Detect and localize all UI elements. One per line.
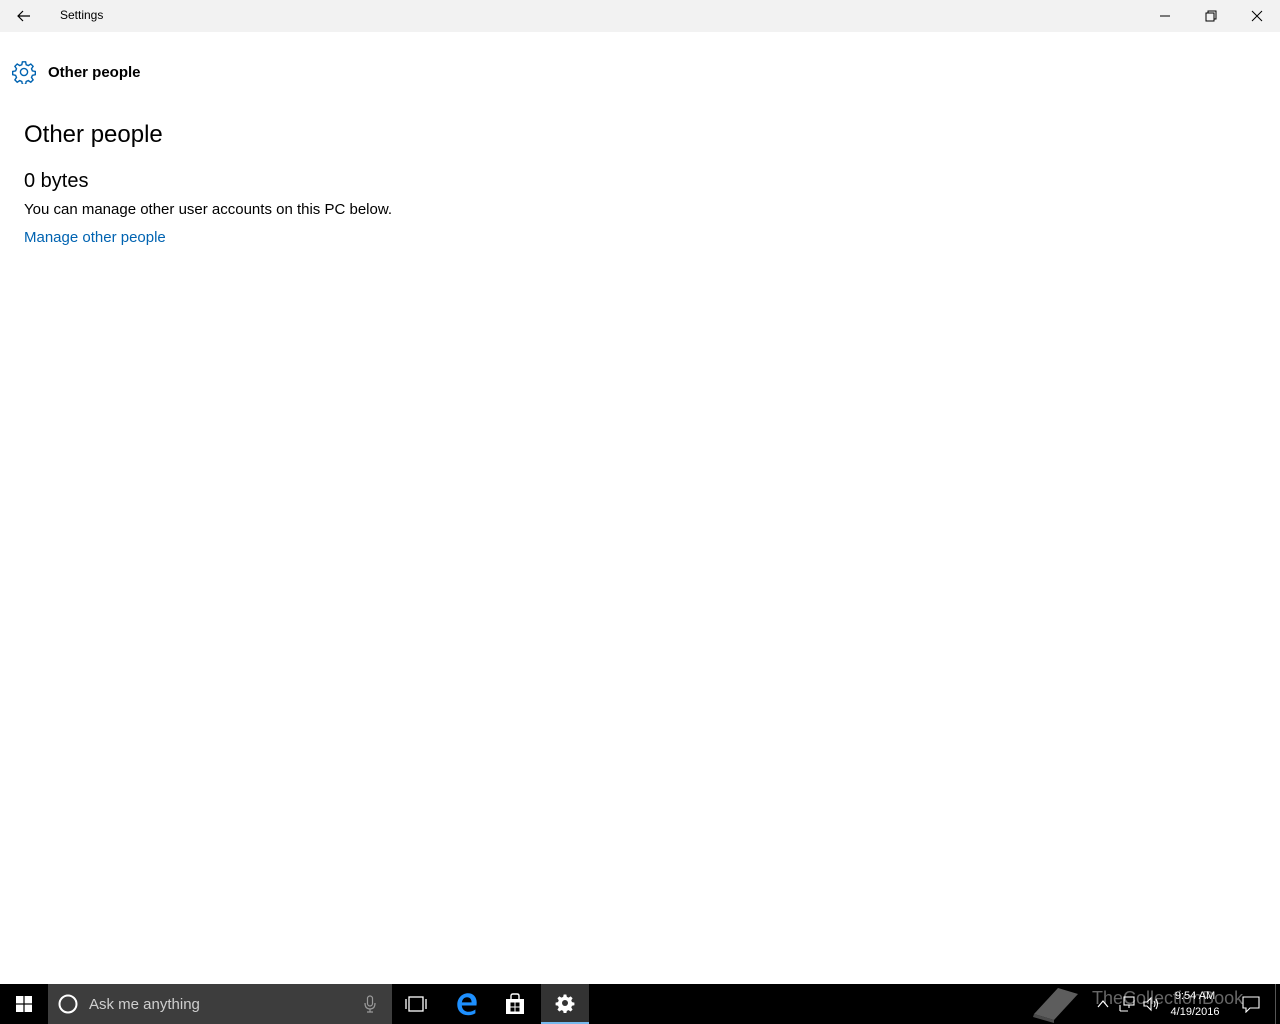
store-icon	[506, 993, 524, 1014]
description-text: You can manage other user accounts on th…	[24, 201, 393, 218]
volume-icon[interactable]	[1142, 996, 1160, 1012]
minimize-icon	[1160, 15, 1170, 17]
back-arrow-icon	[17, 10, 30, 22]
restore-icon	[1205, 10, 1217, 22]
task-view-icon	[405, 996, 427, 1012]
clock[interactable]: 9:54 AM 4/19/2016	[1160, 988, 1230, 1020]
search-box[interactable]: Ask me anything	[48, 984, 392, 1024]
page-header-label: Other people	[48, 63, 141, 81]
chevron-up-icon[interactable]	[1094, 996, 1112, 1012]
cortana-icon	[57, 993, 79, 1015]
clock-date: 4/19/2016	[1170, 1006, 1220, 1018]
edge-icon	[457, 993, 477, 1016]
action-center-icon	[1242, 996, 1260, 1013]
edge-button[interactable]	[443, 984, 491, 1024]
search-placeholder: Ask me anything	[89, 995, 200, 1013]
settings-taskbar-button[interactable]	[541, 984, 589, 1024]
action-center-button[interactable]	[1238, 984, 1264, 1024]
start-button[interactable]	[0, 984, 48, 1024]
task-view-button[interactable]	[392, 984, 440, 1024]
settings-icon	[555, 994, 575, 1013]
storage-size: 0 bytes	[24, 170, 89, 192]
main-content: Other people 0 bytes You can manage othe…	[24, 120, 824, 248]
manage-other-people-link[interactable]: Manage other people	[24, 228, 166, 248]
microphone-icon[interactable]	[362, 994, 378, 1014]
book-icon	[1033, 988, 1078, 1023]
title-bar: Settings	[0, 0, 1280, 32]
store-button[interactable]	[491, 984, 539, 1024]
clock-time: 9:54 AM	[1174, 990, 1216, 1002]
window-title: Settings	[60, 8, 104, 22]
back-button[interactable]	[0, 0, 48, 32]
close-button[interactable]	[1234, 0, 1280, 32]
close-icon	[1251, 10, 1263, 22]
restore-button[interactable]	[1188, 0, 1234, 32]
page-title: Other people	[24, 121, 163, 148]
gear-icon	[12, 60, 36, 84]
minimize-button[interactable]	[1142, 0, 1188, 32]
network-icon[interactable]	[1118, 996, 1136, 1012]
windows-logo-icon	[16, 996, 32, 1012]
taskbar: Ask me anything TheCollectionBook 9:54 A…	[0, 984, 1280, 1024]
show-desktop-button[interactable]	[1275, 984, 1280, 1024]
page-header: Other people	[12, 58, 141, 86]
